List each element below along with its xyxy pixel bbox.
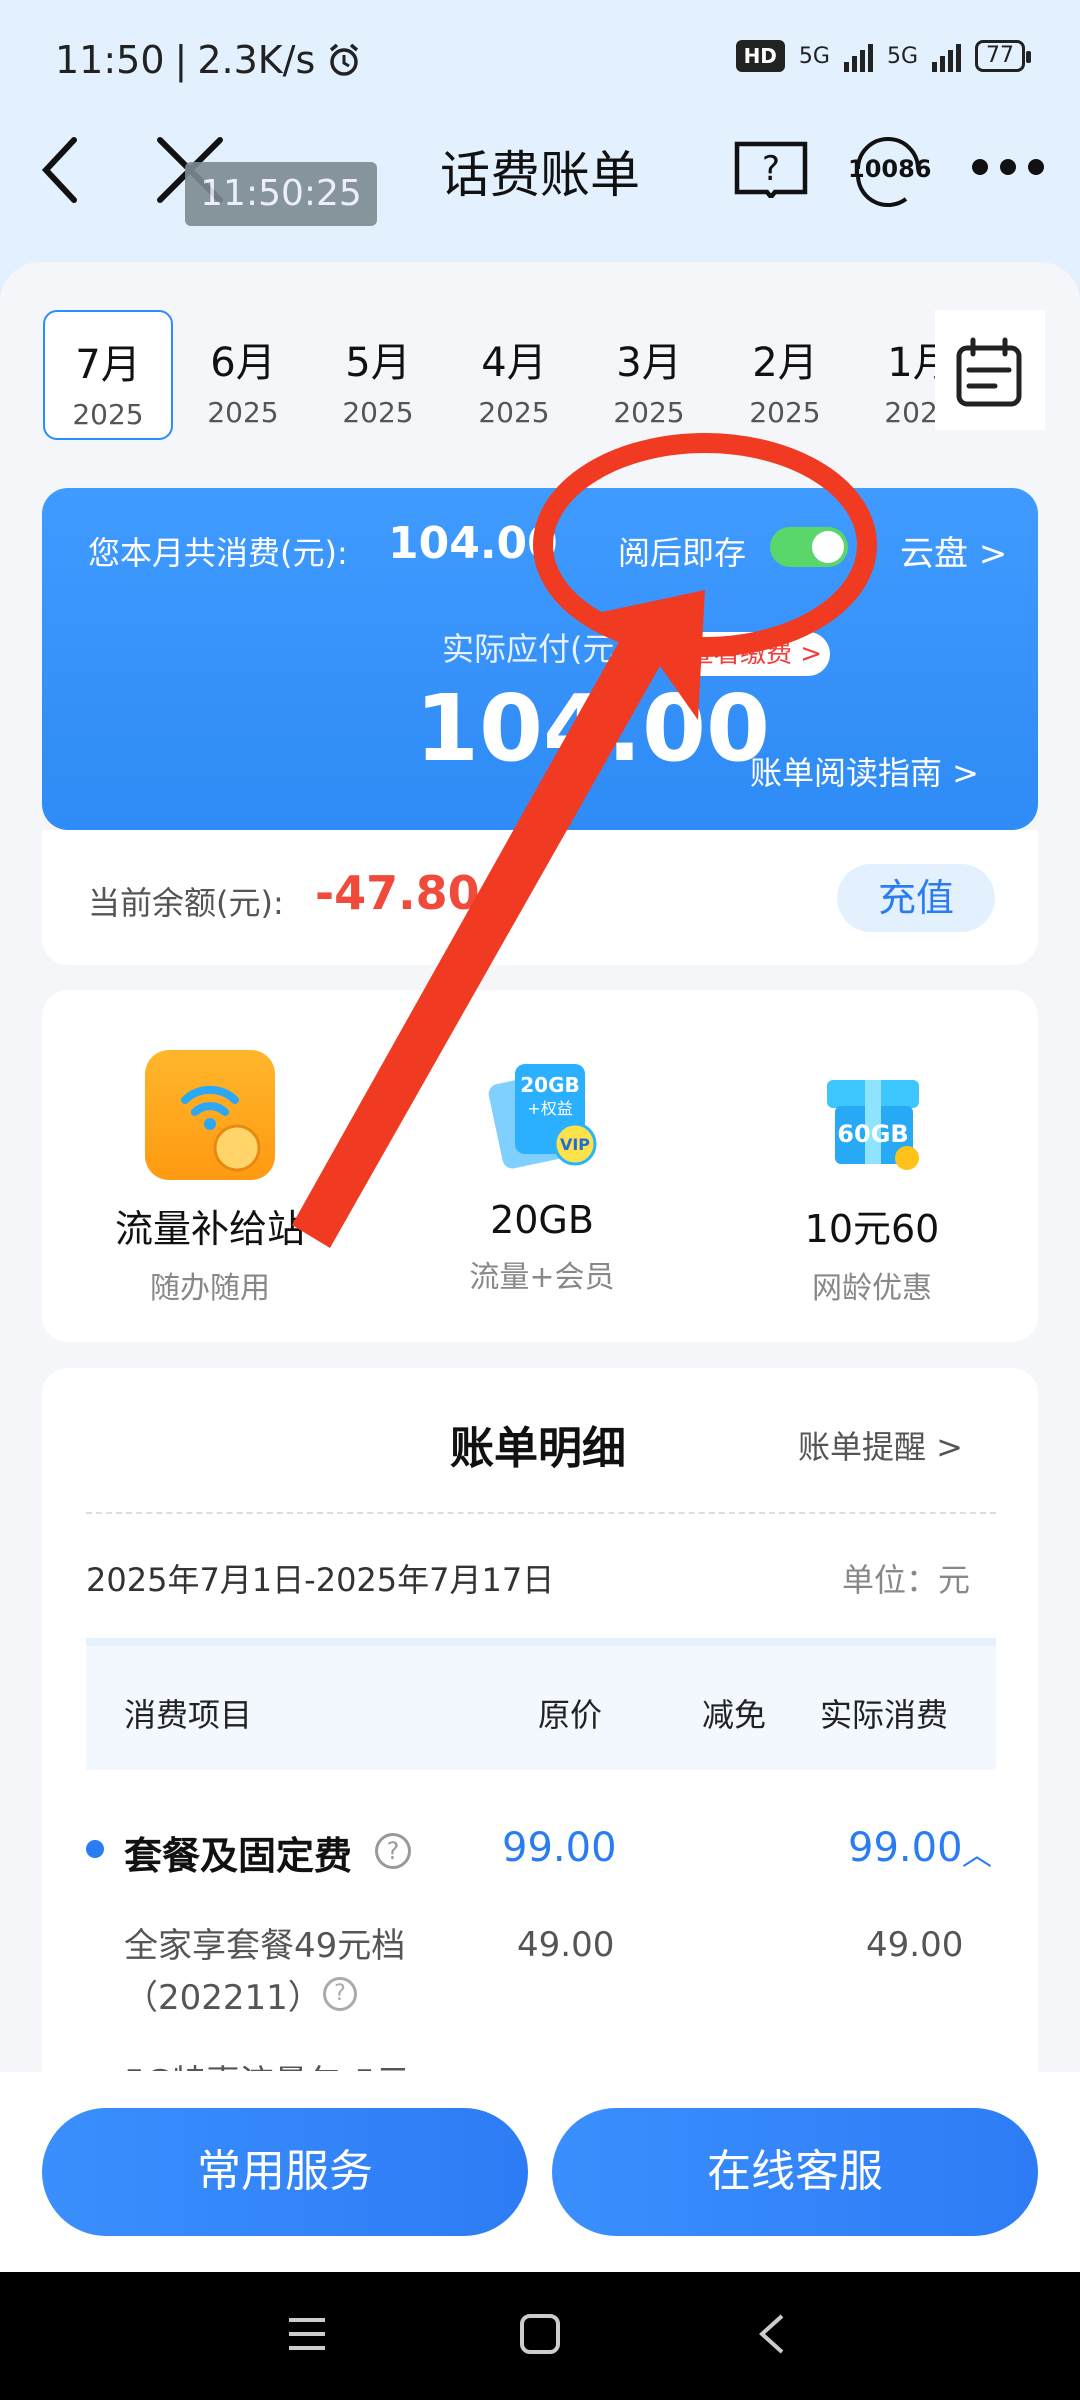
month-label: 2月 [752,340,818,386]
calendar-icon [956,337,1022,407]
svg-text:60GB: 60GB [837,1120,908,1148]
row-actual-price: 49.00 [866,1925,964,1965]
year-label: 2025 [478,396,550,429]
more-dots-icon [972,159,1044,175]
year-label: 2025 [207,396,279,429]
bill-detail-title: 账单明细 [450,1423,626,1474]
promo-20gb[interactable]: 20GB +权益 VIP 20GB 流量+会员 [392,1050,692,1296]
balance-label: 当前余额(元): [88,884,284,922]
customer-service-button[interactable]: 10086 [848,125,932,215]
net-5g-label-2: 5G [886,43,918,69]
bullet-dot [86,1840,104,1858]
status-speed: 2.3K/s [197,38,316,82]
month-total-label: 您本月共消费(元): [88,534,348,572]
cloud-disk-link[interactable]: 云盘 > [900,526,1007,575]
bill-reminder-link[interactable]: 账单提醒 > [798,1422,963,1468]
pay-badge[interactable]: 查看缴费 > [680,632,830,676]
amount-due-value: 104.00 [415,675,771,782]
month-total-value: 104.00 [388,518,558,569]
promo-subtitle: 网龄优惠 [812,1271,932,1306]
promo-title: 10元60 [804,1207,940,1251]
header-actual: 实际消费 [820,1696,949,1734]
alarm-icon [330,43,359,76]
help-circle-icon[interactable]: ? [323,1977,357,2011]
common-services-button[interactable]: 常用服务 [42,2108,528,2236]
header-item: 消费项目 [124,1696,253,1734]
group-actual-price: 99.00 [848,1825,963,1871]
bill-date-range: 2025年7月1日-2025年7月17日 [86,1561,555,1599]
online-support-button[interactable]: 在线客服 [552,2108,1038,2236]
year-label: 2025 [613,396,685,429]
service-number: 10086 [848,155,932,183]
table-row-label-partial: 5G特惠流量包-5元 [124,2055,410,2071]
20gb-vip-card-icon: 20GB +权益 VIP [477,1050,607,1180]
home-icon[interactable] [518,2312,562,2356]
svg-text:20GB: 20GB [520,1073,580,1097]
help-book-icon: ? [734,141,808,201]
promo-title: 20GB [490,1198,594,1242]
group-original-price: 99.00 [502,1825,617,1871]
month-tabs: 7月 2025 6月 2025 5月 2025 4月 2025 3月 2025 2月 202… [0,295,1080,445]
promo-60gb[interactable]: 60GB 10元60 网龄优惠 [722,1050,1022,1307]
svg-text:VIP: VIP [560,1135,590,1154]
svg-text:+权益: +权益 [527,1099,572,1118]
promo-title: 流量补给站 [114,1207,305,1251]
system-nav-bar [0,2272,1080,2400]
year-label: 2025 [72,398,144,431]
chevron-up-icon[interactable]: ︿ [962,1830,992,1874]
help-button[interactable]: ? [733,138,809,201]
status-separator: | [174,38,188,82]
menu-icon[interactable] [285,2312,329,2356]
amount-due-label: 实际应付(元) [442,630,627,668]
month-tab-4[interactable]: 4月 2025 [449,310,579,440]
header-original-price: 原价 [538,1696,603,1734]
back-nav-icon[interactable] [752,2312,796,2356]
month-tab-2[interactable]: 2月 2025 [720,310,850,440]
more-button[interactable] [968,150,1048,184]
month-tab-5[interactable]: 5月 2025 [313,310,443,440]
60gb-gift-box-icon: 60GB [807,1050,937,1180]
battery-icon: 77 [975,40,1031,72]
read-save-toggle[interactable] [770,527,848,567]
month-tab-7[interactable]: 7月 2025 [43,310,173,440]
bill-unit: 单位：元 [842,1561,971,1599]
read-save-label: 阅后即存 [618,534,747,572]
month-label: 6月 [210,340,276,386]
bill-guide-link[interactable]: 账单阅读指南 > [750,748,979,794]
divider [86,1512,996,1514]
status-bar-right: HD 5G 5G 77 [735,40,1031,72]
promo-subtitle: 流量+会员 [469,1260,615,1295]
table-row-label: 全家享套餐49元档 （202211） [124,1920,405,2024]
recharge-button[interactable]: 充值 [837,864,995,932]
month-label: 5月 [345,340,411,386]
wifi-wallet-icon [145,1050,275,1180]
header-discount: 减免 [702,1696,767,1734]
status-time: 11:50 [55,38,165,82]
net-5g-label: 5G [798,43,830,69]
month-label: 4月 [481,340,547,386]
hd-badge: HD [735,40,785,72]
group-row-label[interactable]: 套餐及固定费 [124,1825,352,1880]
year-label: 2025 [342,396,414,429]
month-label: 7月 [75,342,141,388]
row-label-line1: 全家享套餐49元档 [124,1926,406,1966]
help-circle-icon[interactable]: ? [375,1833,411,1869]
year-label: 2025 [749,396,821,429]
month-tab-3[interactable]: 3月 2025 [584,310,714,440]
month-label: 3月 [616,340,682,386]
row-original-price: 49.00 [517,1925,615,1965]
signal-icon [843,40,873,72]
month-tab-6[interactable]: 6月 2025 [178,310,308,440]
svg-text:?: ? [762,149,780,189]
promo-data-station[interactable]: 流量补给站 随办随用 [60,1050,360,1307]
balance-value: -47.80 [315,866,480,920]
calendar-button[interactable] [935,310,1045,430]
promo-subtitle: 随办随用 [150,1271,270,1306]
signal-icon-2 [932,40,961,72]
status-bar-left: 11:50 | 2.3K/s [55,38,363,82]
row-label-line2: （202211） [124,1978,322,2018]
